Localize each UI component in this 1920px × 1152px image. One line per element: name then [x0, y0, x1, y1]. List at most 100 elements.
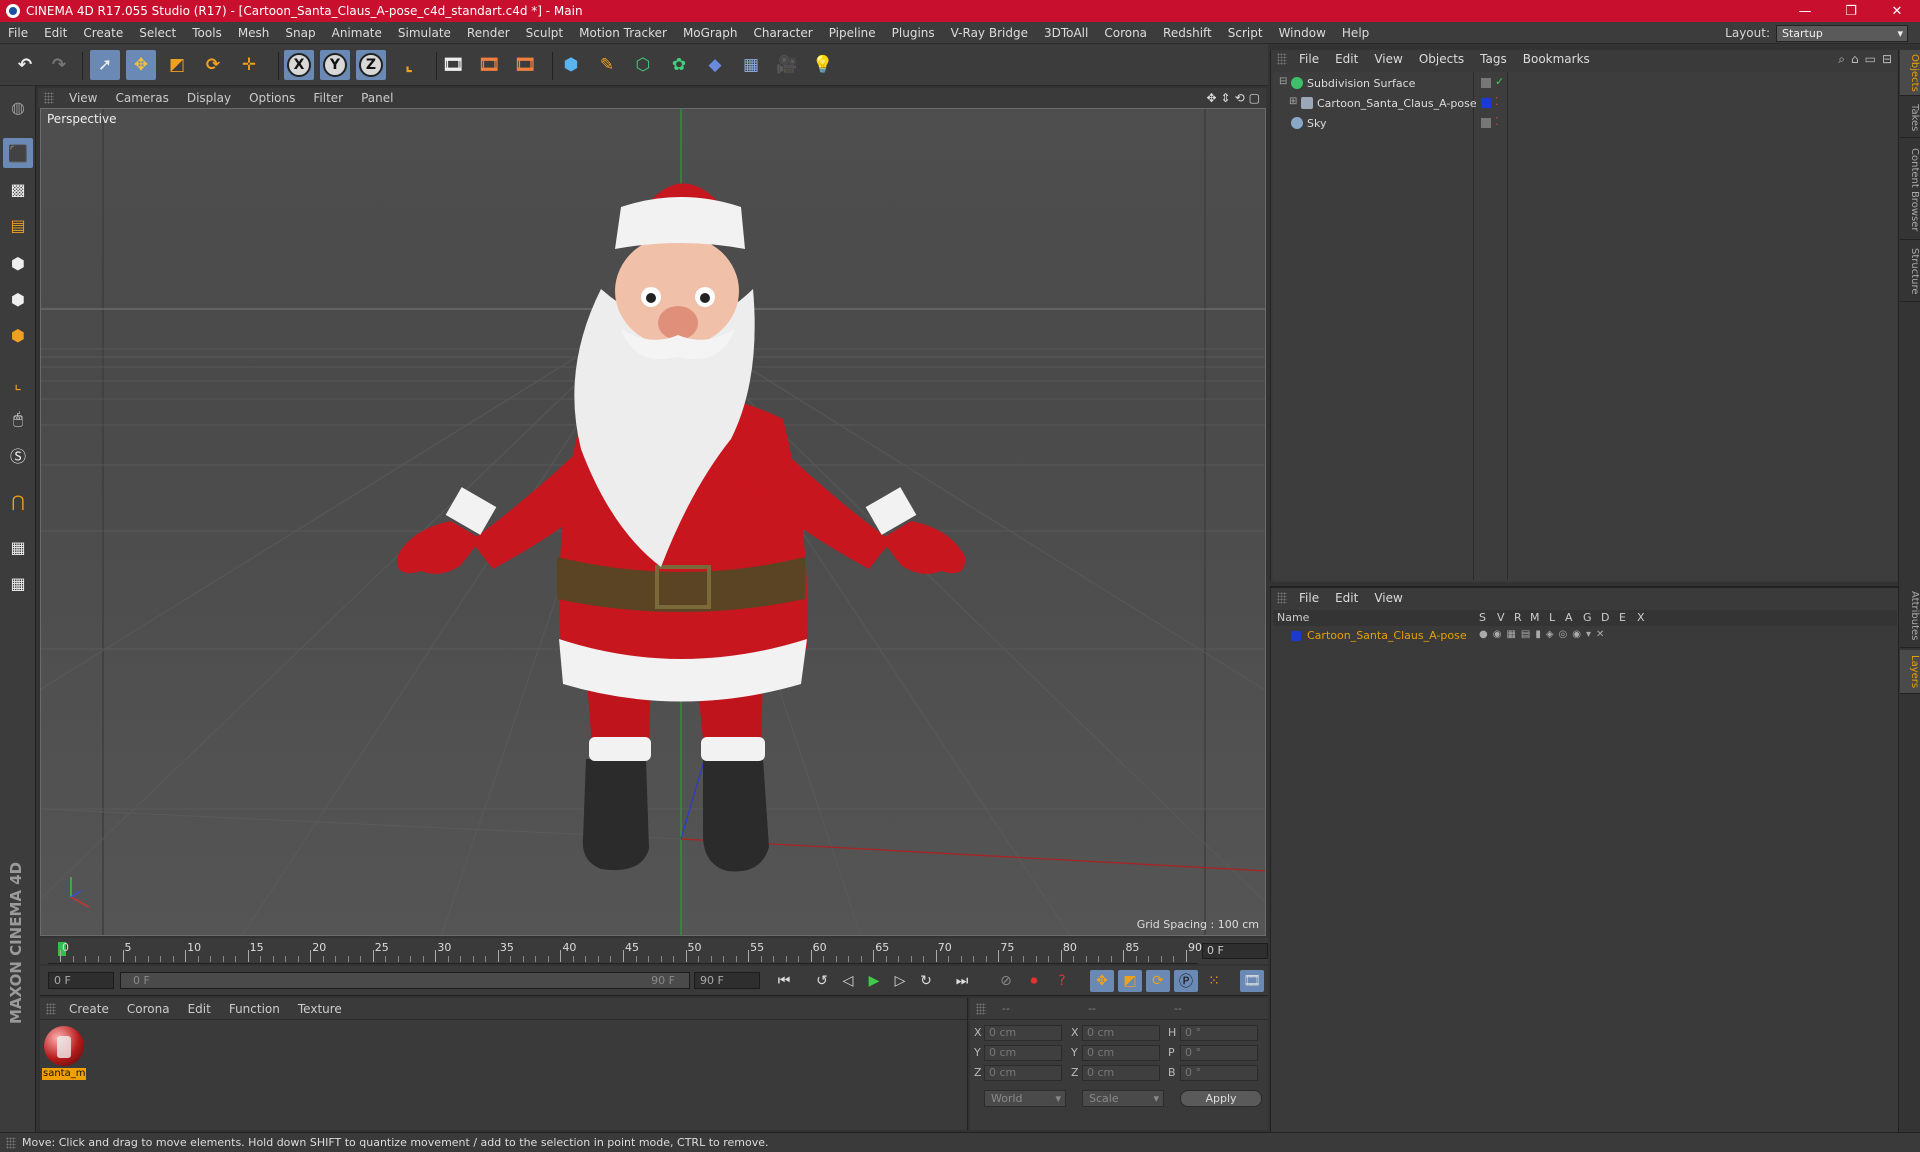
tab-attributes[interactable]: Attributes	[1900, 584, 1920, 648]
rotation-h-field[interactable]: 0 °	[1180, 1025, 1258, 1041]
next-frame-icon[interactable]: ▷	[888, 970, 912, 992]
snap-icon[interactable]: Ⓢ	[3, 440, 33, 470]
position-y-field[interactable]: 0 cm	[984, 1045, 1062, 1061]
object-row[interactable]: Sky ⁚	[1273, 114, 1897, 133]
tab-layers[interactable]: Layers	[1900, 650, 1920, 694]
go-to-end-icon[interactable]: ⏭	[950, 970, 974, 992]
undo-icon[interactable]: ↶	[10, 50, 40, 80]
camera-icon[interactable]: 🎥	[772, 50, 802, 80]
search-icon[interactable]: ⌕	[1838, 52, 1845, 67]
menu-mesh[interactable]: Mesh	[230, 26, 278, 40]
objects-menu-tags[interactable]: Tags	[1472, 52, 1515, 66]
minimize-button[interactable]: —	[1782, 4, 1828, 19]
layer-tag-icon[interactable]	[1481, 118, 1491, 128]
camera-label[interactable]: Perspective	[47, 112, 117, 126]
menu-window[interactable]: Window	[1271, 26, 1334, 40]
make-editable-icon[interactable]: ◍	[3, 92, 33, 122]
size-y-field[interactable]: 0 cm	[1082, 1045, 1160, 1061]
rotation-b-field[interactable]: 0 °	[1180, 1065, 1258, 1081]
layer-color-icon[interactable]	[1481, 98, 1491, 108]
material-menu-corona[interactable]: Corona	[118, 1002, 179, 1016]
rotation-key-icon[interactable]: ⟳	[1146, 970, 1170, 992]
tab-takes[interactable]: Takes	[1900, 98, 1920, 138]
cube-primitive-icon[interactable]: ⬢	[556, 50, 586, 80]
panel-grip-icon[interactable]	[976, 1002, 986, 1015]
layer-tag-icon[interactable]	[1481, 78, 1491, 88]
y-axis-lock-button[interactable]: Y	[320, 50, 350, 80]
layer-row[interactable]: Cartoon_Santa_Claus_A-pose ●◉▦▤▮◈◎◉▾✕	[1273, 628, 1897, 645]
3d-viewport[interactable]: Perspective Grid Spacing : 100 cm	[40, 108, 1266, 936]
tab-content-browser[interactable]: Content Browser	[1900, 140, 1920, 240]
size-x-field[interactable]: 0 cm	[1082, 1025, 1160, 1041]
viewport-rotate-icon[interactable]: ⟲	[1235, 91, 1245, 105]
render-picture-viewer-icon[interactable]: 🎞	[474, 50, 504, 80]
menu-animate[interactable]: Animate	[324, 26, 390, 40]
object-row[interactable]: ⊟ Subdivision Surface ✓	[1273, 74, 1897, 93]
live-selection-icon[interactable]: ➚	[90, 50, 120, 80]
rotation-p-field[interactable]: 0 °	[1180, 1045, 1258, 1061]
enabled-check-icon[interactable]: ✓	[1495, 75, 1504, 88]
objects-menu-file[interactable]: File	[1291, 52, 1327, 66]
viewport-menu-filter[interactable]: Filter	[304, 91, 352, 105]
menu-character[interactable]: Character	[745, 26, 820, 40]
tweak-mode-icon[interactable]: 🖱	[3, 404, 33, 434]
scale-icon[interactable]: ◩	[162, 50, 192, 80]
menu-mograph[interactable]: MoGraph	[675, 26, 746, 40]
menu-motion-tracker[interactable]: Motion Tracker	[571, 26, 675, 40]
spline-pen-icon[interactable]: ✎	[592, 50, 622, 80]
material-menu-texture[interactable]: Texture	[289, 1002, 351, 1016]
current-frame-field[interactable]: 0 F	[1202, 943, 1268, 959]
axis-mode-icon[interactable]: ⌞	[3, 368, 33, 398]
viewport-menu-panel[interactable]: Panel	[352, 91, 402, 105]
menu-create[interactable]: Create	[75, 26, 131, 40]
tab-objects[interactable]: Objects	[1900, 50, 1920, 96]
layers-menu-edit[interactable]: Edit	[1327, 591, 1366, 605]
tab-structure[interactable]: Structure	[1900, 242, 1920, 302]
close-button[interactable]: ✕	[1874, 4, 1920, 19]
material-swatch[interactable]: santa_m	[42, 1024, 86, 1080]
objects-menu-bookmarks[interactable]: Bookmarks	[1515, 52, 1598, 66]
viewport-zoom-icon[interactable]: ⇕	[1221, 91, 1231, 105]
z-axis-lock-button[interactable]: Z	[356, 50, 386, 80]
rotate-icon[interactable]: ⟳	[198, 50, 228, 80]
layers-menu-file[interactable]: File	[1291, 591, 1327, 605]
menu-plugins[interactable]: Plugins	[884, 26, 943, 40]
panel-grip-icon[interactable]	[1277, 592, 1287, 604]
subdivision-surface-icon[interactable]: ⬡	[628, 50, 658, 80]
menu-sculpt[interactable]: Sculpt	[518, 26, 571, 40]
panel-grip-icon[interactable]	[44, 92, 54, 104]
object-row[interactable]: ⊞ Cartoon_Santa_Claus_A-pose ⁚	[1273, 94, 1897, 113]
light-icon[interactable]: 💡	[808, 50, 838, 80]
menu-tools[interactable]: Tools	[184, 26, 230, 40]
panel-grip-icon[interactable]	[6, 1136, 16, 1149]
menu-vray-bridge[interactable]: V-Ray Bridge	[943, 26, 1036, 40]
size-z-field[interactable]: 0 cm	[1082, 1065, 1160, 1081]
layout-dropdown[interactable]: Startup	[1776, 24, 1908, 42]
transform-icon[interactable]: ✛	[234, 50, 264, 80]
next-key-icon[interactable]: ↻	[914, 970, 938, 992]
visibility-dots-icon[interactable]: ⁚	[1495, 95, 1499, 108]
visibility-dots-icon[interactable]: ⁚	[1495, 115, 1499, 128]
menu-corona[interactable]: Corona	[1096, 26, 1155, 40]
timeline-ruler[interactable]: 0 5 10 15 20 25 30 35 40 45 50 55 60 65 70 75 80 85 90 0 F	[40, 938, 1268, 964]
floor-icon[interactable]: ▦	[736, 50, 766, 80]
position-x-field[interactable]: 0 cm	[984, 1025, 1062, 1041]
material-menu-function[interactable]: Function	[220, 1002, 289, 1016]
panel-grip-icon[interactable]	[1277, 53, 1287, 65]
viewport-menu-display[interactable]: Display	[178, 91, 240, 105]
point-level-key-icon[interactable]: ⁙	[1202, 970, 1226, 992]
timeline-ticks[interactable]: 0 5 10 15 20 25 30 35 40 45 50 55 60 65 70 75 80 85 90	[48, 938, 1202, 964]
menu-file[interactable]: File	[0, 26, 36, 40]
cloner-icon[interactable]: ✿	[664, 50, 694, 80]
redo-icon[interactable]: ↷	[44, 50, 74, 80]
viewport-menu-view[interactable]: View	[60, 91, 106, 105]
menu-select[interactable]: Select	[131, 26, 184, 40]
menu-simulate[interactable]: Simulate	[390, 26, 459, 40]
home-icon[interactable]: ⌂	[1851, 52, 1859, 67]
planar-workplane-icon[interactable]: ▦	[3, 568, 33, 598]
menu-3dtoall[interactable]: 3DToAll	[1036, 26, 1096, 40]
menu-script[interactable]: Script	[1220, 26, 1271, 40]
maximize-icon[interactable]: ⊟	[1882, 52, 1892, 67]
end-frame-field[interactable]: 90 F	[694, 972, 760, 989]
start-frame-field[interactable]: 0 F	[48, 972, 114, 989]
